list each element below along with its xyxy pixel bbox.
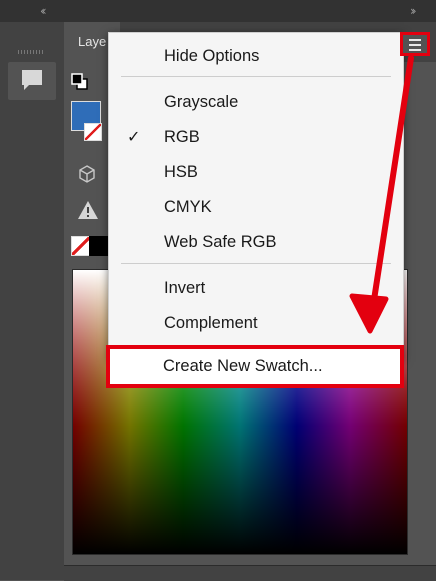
collapse-left-icon[interactable]: ‹‹ [40, 4, 46, 18]
menu-item-cmyk[interactable]: CMYK [109, 192, 403, 222]
checkmark-icon: ✓ [127, 127, 141, 146]
menu-separator [121, 263, 391, 264]
comments-button[interactable] [8, 62, 56, 100]
menu-item-grayscale[interactable]: Grayscale [109, 87, 403, 117]
menu-item-create-new-swatch[interactable]: Create New Swatch... [106, 345, 404, 388]
left-dock [0, 22, 65, 580]
menu-item-complement[interactable]: Complement [109, 308, 403, 338]
panel-options-menu: Hide Options Grayscale ✓ RGB HSB CMYK We… [108, 32, 404, 360]
menu-item-invert[interactable]: Invert [109, 273, 403, 303]
menu-item-web-safe-rgb[interactable]: Web Safe RGB [109, 227, 403, 257]
hamburger-bar [409, 49, 421, 51]
no-color-icon[interactable] [71, 236, 91, 256]
warning-icon[interactable] [77, 200, 99, 220]
comment-icon [22, 70, 42, 90]
menu-item-hide-options[interactable]: Hide Options [109, 41, 403, 71]
menu-separator [121, 76, 391, 77]
background-color-swatch[interactable] [84, 123, 102, 141]
hamburger-menu-icon [409, 39, 421, 41]
expand-right-icon[interactable]: ›› [410, 4, 416, 18]
bottom-bar [64, 565, 436, 581]
cube-icon[interactable] [78, 165, 96, 183]
panel-menu-button[interactable] [400, 32, 430, 56]
top-bar: ‹‹ ›› [0, 0, 436, 22]
menu-item-hsb[interactable]: HSB [109, 157, 403, 187]
menu-item-rgb[interactable]: ✓ RGB [109, 122, 403, 152]
default-colors-icon[interactable] [71, 73, 89, 91]
hamburger-bar [409, 44, 421, 46]
black-color-chip[interactable] [89, 236, 109, 256]
dock-grip[interactable] [18, 50, 44, 54]
